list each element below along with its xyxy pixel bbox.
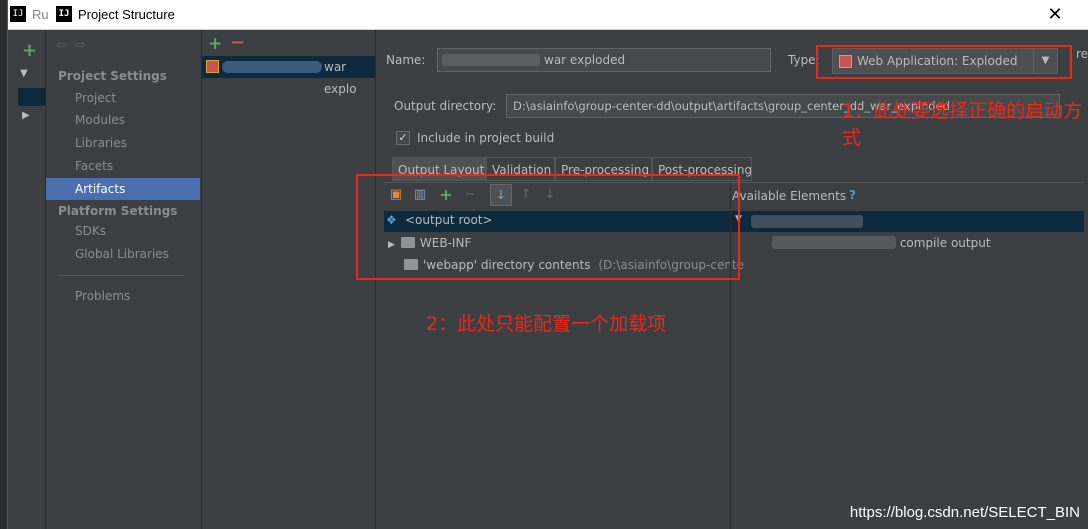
war-artifact-icon bbox=[206, 60, 219, 73]
help-icon[interactable]: ? bbox=[849, 188, 856, 202]
name-field-value: war exploded bbox=[544, 53, 626, 67]
artifact-entry-label: war explo bbox=[324, 60, 357, 96]
available-compile-output-row[interactable]: compile output bbox=[772, 233, 991, 253]
nav-item-libraries[interactable]: Libraries bbox=[46, 132, 200, 154]
add-artifact-icon[interactable]: + bbox=[208, 34, 222, 54]
platform-settings-header: Platform Settings bbox=[58, 204, 178, 218]
annotation-box-type bbox=[816, 45, 1072, 79]
title-bar: IJ Ru IJ Project Structure ✕ bbox=[8, 0, 1088, 30]
output-directory-label: Output directory: bbox=[394, 99, 497, 113]
type-label: Type: bbox=[788, 53, 820, 67]
nav-item-facets[interactable]: Facets bbox=[46, 155, 200, 177]
artifact-entry[interactable]: war explo bbox=[202, 56, 375, 96]
background-window-title: Ru bbox=[32, 7, 49, 22]
project-settings-header: Project Settings bbox=[58, 69, 167, 83]
intellij-logo-icon: IJ bbox=[56, 6, 72, 22]
redacted-module-name bbox=[751, 215, 863, 228]
available-root-row[interactable]: ▼ bbox=[731, 211, 1084, 232]
add-icon[interactable]: + bbox=[22, 40, 37, 61]
annotation-note-1: 1：此处要选择正确的启动方式 bbox=[842, 100, 1083, 149]
redacted-name bbox=[222, 61, 322, 73]
artifacts-list-panel: + − war explo bbox=[202, 30, 376, 529]
remove-artifact-icon[interactable]: − bbox=[230, 32, 245, 53]
artifact-detail-panel: Name: war exploded Type: Web Application… bbox=[356, 30, 1088, 529]
expand-arrow-icon[interactable]: ▼ bbox=[20, 68, 28, 79]
name-label: Name: bbox=[386, 53, 426, 67]
settings-navigation: ⇦⇨ Project Settings Project Modules Libr… bbox=[46, 30, 202, 529]
collapse-arrow-icon[interactable]: ▶ bbox=[22, 110, 30, 121]
nav-item-sdks[interactable]: SDKs bbox=[46, 220, 200, 242]
background-window-icon: IJ bbox=[10, 6, 26, 22]
include-build-checkbox[interactable]: ✓ bbox=[396, 131, 410, 145]
nav-item-global-libraries[interactable]: Global Libraries bbox=[46, 243, 200, 265]
nav-item-project[interactable]: Project bbox=[46, 87, 200, 109]
nav-item-artifacts[interactable]: Artifacts bbox=[46, 178, 200, 200]
name-field[interactable]: war exploded bbox=[437, 48, 771, 72]
truncated-edge-text: re bbox=[1076, 47, 1088, 61]
back-forward-icons[interactable]: ⇦⇨ bbox=[56, 38, 94, 53]
redacted-name-prefix bbox=[442, 54, 540, 66]
close-icon[interactable]: ✕ bbox=[1044, 4, 1066, 26]
annotation-box-layout bbox=[356, 174, 740, 280]
watermark-text: https://blog.csdn.net/SELECT_BIN bbox=[849, 504, 1080, 521]
include-build-label: Include in project build bbox=[417, 131, 555, 145]
nav-item-modules[interactable]: Modules bbox=[46, 109, 200, 131]
redacted-module-prefix bbox=[772, 236, 896, 249]
ide-background-strip bbox=[0, 0, 8, 529]
selected-row[interactable] bbox=[18, 88, 46, 106]
annotation-note-2: 2：此处只能配置一个加载项 bbox=[426, 313, 667, 335]
outer-tool-panel: + ▼ ▶ bbox=[8, 30, 46, 529]
dialog-title: Project Structure bbox=[78, 7, 175, 22]
nav-divider bbox=[58, 275, 184, 276]
nav-item-problems[interactable]: Problems bbox=[46, 285, 200, 307]
project-structure-dialog: IJ Ru IJ Project Structure ✕ + ▼ ▶ ⇦⇨ Pr… bbox=[8, 0, 1088, 529]
available-elements-header: Available Elements bbox=[732, 189, 847, 203]
compile-output-label: compile output bbox=[899, 236, 991, 250]
